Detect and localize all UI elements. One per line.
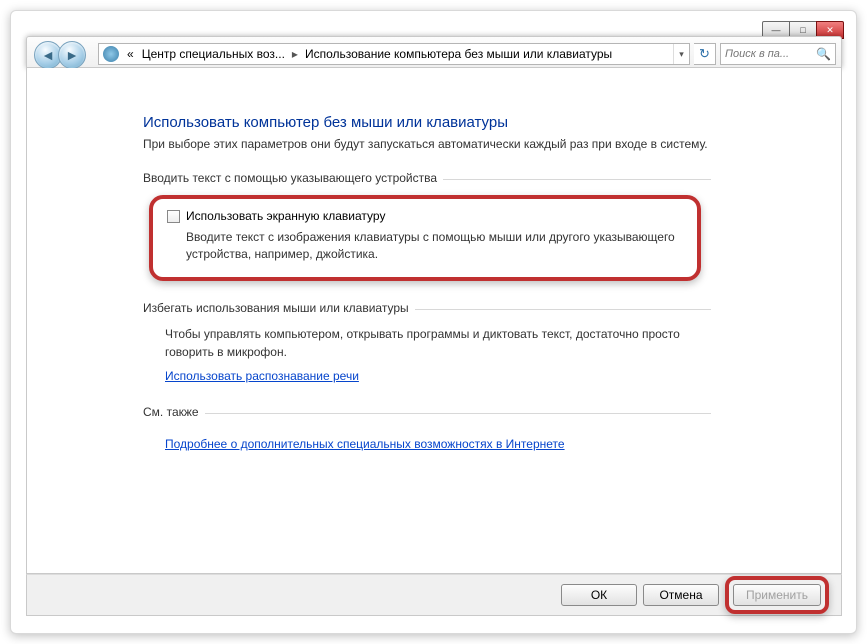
highlight-apply: Применить: [725, 576, 829, 614]
section-body: Подробнее о дополнительных специальных в…: [165, 429, 705, 453]
button-bar: ОК Отмена Применить: [26, 574, 842, 616]
section-text: Чтобы управлять компьютером, открывать п…: [165, 327, 680, 359]
section-avoid-mouse-keyboard: Избегать использования мыши или клавиату…: [143, 301, 841, 385]
highlight-onscreen-keyboard: Использовать экранную клавиатуру Вводите…: [149, 195, 701, 281]
search-icon: 🔍: [816, 47, 831, 61]
page-title: Использовать компьютер без мыши или клав…: [143, 114, 841, 131]
section-label: Избегать использования мыши или клавиату…: [143, 301, 415, 315]
breadcrumb-seg-2[interactable]: Использование компьютера без мыши или кл…: [301, 47, 616, 61]
section-see-also: См. также Подробнее о дополнительных спе…: [143, 405, 841, 453]
section-body: Чтобы управлять компьютером, открывать п…: [165, 325, 705, 385]
divider: [143, 413, 711, 414]
breadcrumb-dropdown[interactable]: ▾: [673, 44, 689, 64]
forward-button[interactable]: ►: [58, 41, 86, 69]
link-learn-more[interactable]: Подробнее о дополнительных специальных в…: [165, 435, 565, 453]
checkbox-label[interactable]: Использовать экранную клавиатуру: [186, 209, 385, 223]
breadcrumb-seg-1[interactable]: Центр специальных воз...: [138, 47, 289, 61]
breadcrumb[interactable]: « Центр специальных воз... ▸ Использован…: [98, 43, 690, 65]
refresh-button[interactable]: ↻: [694, 43, 716, 65]
checkbox-description: Вводите текст с изображения клавиатуры с…: [186, 229, 683, 263]
checkbox-onscreen-keyboard[interactable]: [167, 210, 180, 223]
search-box[interactable]: 🔍: [720, 43, 836, 65]
ok-button[interactable]: ОК: [561, 584, 637, 606]
section-label: См. также: [143, 405, 205, 419]
page-subtitle: При выборе этих параметров они будут зап…: [143, 137, 841, 151]
nav-buttons: ◄ ►: [34, 41, 86, 69]
search-input[interactable]: [725, 48, 815, 60]
control-panel-icon: [103, 46, 119, 62]
cancel-button[interactable]: Отмена: [643, 584, 719, 606]
breadcrumb-prefix: «: [123, 47, 138, 61]
apply-button[interactable]: Применить: [733, 584, 821, 606]
section-pointing-device: Вводить текст с помощью указывающего уст…: [143, 171, 841, 281]
chevron-right-icon: ▸: [289, 47, 301, 61]
link-speech-recognition[interactable]: Использовать распознавание речи: [165, 367, 359, 385]
section-label: Вводить текст с помощью указывающего уст…: [143, 171, 443, 185]
content-area: Использовать компьютер без мыши или клав…: [26, 68, 842, 574]
checkbox-row-osk: Использовать экранную клавиатуру: [167, 209, 683, 223]
